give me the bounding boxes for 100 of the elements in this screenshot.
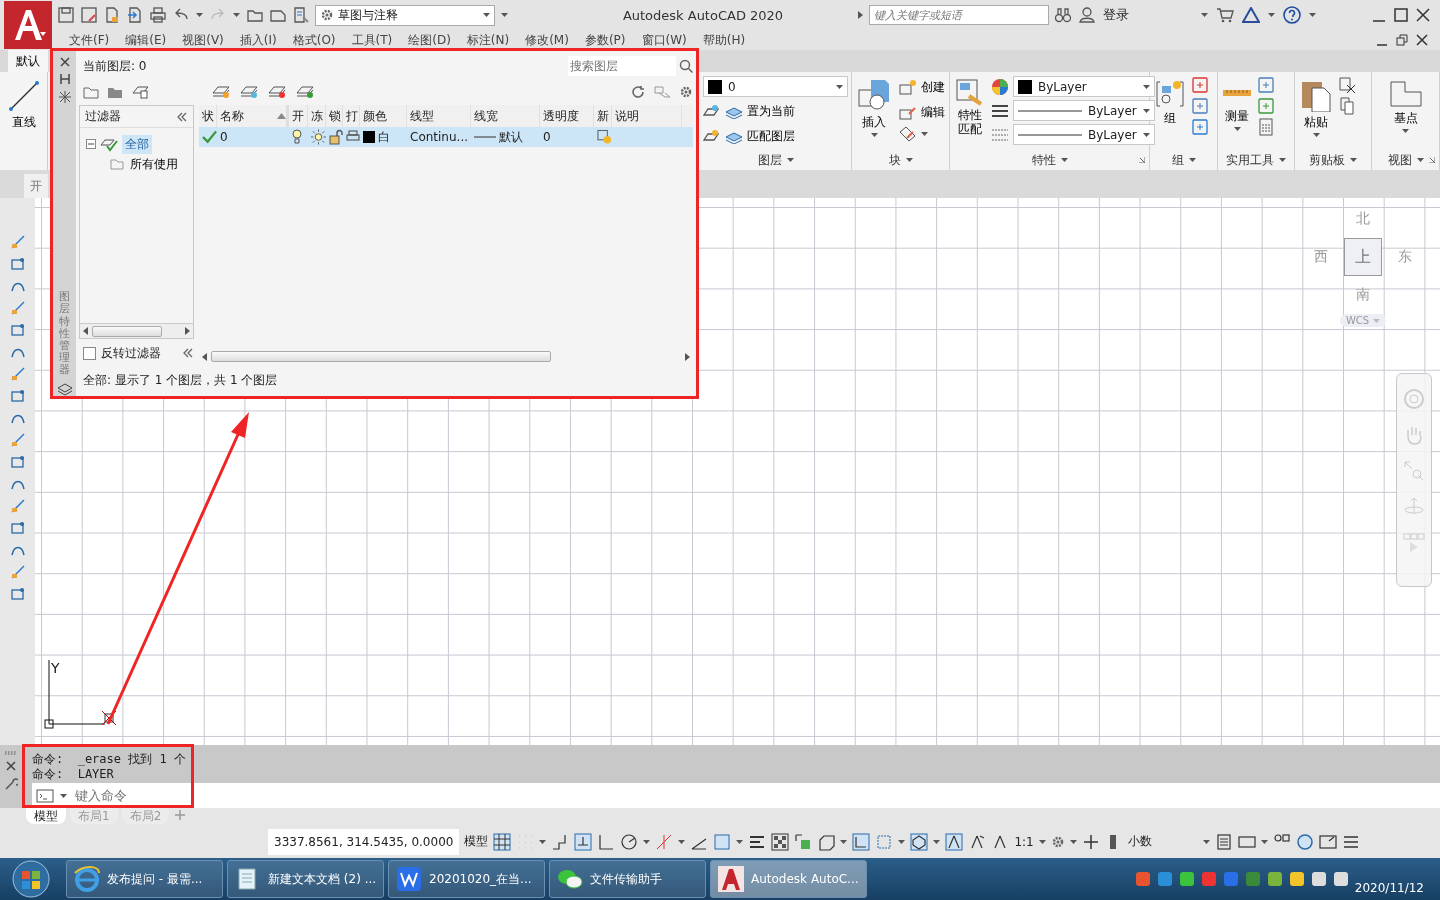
property-dropdown[interactable]: ByLayer (1013, 100, 1155, 121)
caret-icon[interactable] (501, 13, 508, 17)
collapse-icon[interactable] (182, 348, 194, 358)
filter-tree-item[interactable]: 全部 (122, 134, 152, 154)
menu-item[interactable]: 插入(I) (234, 31, 288, 49)
restore-icon[interactable] (1396, 34, 1408, 46)
expand-arrow-icon[interactable] (858, 11, 863, 19)
user-icon[interactable] (1079, 7, 1095, 23)
isodraft-icon[interactable] (655, 832, 674, 851)
taskbar-button[interactable]: 新建文本文档 (2) ... (227, 860, 384, 898)
3d-snap-icon[interactable] (817, 832, 836, 851)
column-header[interactable]: 冻 (311, 107, 323, 125)
caret-icon[interactable] (1233, 127, 1241, 131)
measure-button[interactable]: 测量 (1221, 76, 1253, 150)
caret-icon[interactable] (1201, 13, 1208, 17)
cut-icon[interactable] (1338, 76, 1356, 94)
menu-item[interactable]: 绘图(D) (403, 31, 462, 49)
binoculars-icon[interactable] (1055, 7, 1071, 23)
menu-item[interactable]: 工具(T) (346, 31, 404, 49)
caret-icon[interactable] (60, 793, 67, 798)
caret-icon[interactable] (539, 839, 547, 844)
caret-icon[interactable] (921, 132, 928, 136)
save-icon[interactable] (58, 7, 74, 23)
scroll-left-icon[interactable] (83, 327, 88, 335)
terminal-icon[interactable] (36, 788, 54, 803)
set-current-icon[interactable] (295, 85, 315, 99)
scrollbar-thumb[interactable] (92, 325, 162, 337)
base-point-button[interactable]: 基点 (1386, 76, 1425, 150)
panel-title[interactable]: 图层 (757, 151, 782, 169)
delete-layer-icon[interactable] (267, 85, 287, 99)
property-dropdown[interactable]: ByLayer (1013, 124, 1155, 145)
menu-item[interactable]: 格式(O) (287, 31, 347, 49)
group-edit-icon[interactable] (1191, 97, 1209, 115)
column-header[interactable]: 状 (202, 107, 214, 125)
sign-in-link[interactable]: 登录 (1103, 6, 1129, 24)
taskbar-button[interactable]: 文件传输助手 (549, 860, 706, 898)
caret-icon[interactable] (840, 839, 848, 844)
layer-search-field[interactable]: 搜索图层 (568, 56, 676, 76)
scroll-right-icon[interactable] (185, 327, 190, 335)
insert-button[interactable]: 插入 (855, 76, 893, 150)
transparency-icon[interactable] (771, 832, 790, 851)
command-input[interactable]: 键入命令 (73, 787, 1440, 804)
close-icon[interactable] (1416, 34, 1428, 46)
units-dropdown[interactable]: 小数 (1127, 833, 1198, 850)
dynamic-input-icon[interactable] (574, 832, 593, 851)
menu-item[interactable]: 标注(N) (461, 31, 521, 49)
group-filter-icon[interactable] (107, 85, 123, 99)
freeze-layer-icon[interactable] (239, 85, 259, 99)
lightbulb-on-icon[interactable] (292, 129, 302, 145)
new-filter-icon[interactable] (83, 85, 99, 99)
caret-icon[interactable] (836, 84, 843, 89)
print-icon[interactable] (150, 7, 166, 23)
folder-icon[interactable] (247, 7, 263, 23)
checkbox[interactable] (83, 346, 96, 360)
workspace-dropdown[interactable]: 草图与注释 (315, 4, 495, 26)
grip-icon[interactable] (5, 751, 17, 755)
caret-icon[interactable] (786, 158, 794, 162)
caret-icon[interactable] (643, 839, 651, 844)
column-header[interactable]: 线宽 (474, 107, 498, 125)
settings-icon[interactable] (679, 85, 693, 99)
panel-title[interactable]: 视图 (1387, 151, 1412, 169)
copy-icon[interactable] (1338, 97, 1356, 115)
attribute-tag-icon[interactable] (899, 126, 917, 142)
fullscreen-icon[interactable] (1318, 832, 1337, 851)
caret-icon[interactable] (1279, 158, 1286, 162)
maximize-icon[interactable] (1394, 8, 1408, 22)
scale-dropdown[interactable]: 1:1 (1014, 834, 1034, 849)
sheet-icon[interactable] (293, 7, 309, 23)
state-manager-icon[interactable] (131, 85, 149, 99)
hardware-icon[interactable] (1295, 832, 1314, 851)
layer-state-icon[interactable] (703, 103, 719, 119)
scroll-right-icon[interactable] (685, 352, 690, 361)
column-header[interactable]: 打 (346, 107, 358, 125)
panel-title[interactable]: 组 (1171, 151, 1184, 169)
lock-open-icon[interactable] (329, 129, 343, 145)
sort-arrow-icon[interactable] (277, 113, 286, 119)
application-menu-button[interactable] (4, 1, 52, 49)
panel-title[interactable]: 特性 (1031, 151, 1056, 169)
search-icon[interactable] (679, 59, 693, 73)
color-wheel-icon[interactable] (991, 77, 1009, 96)
caret-icon[interactable] (1309, 13, 1316, 17)
layer-action-button[interactable]: 置为当前 (723, 100, 797, 122)
caret-icon[interactable] (1060, 158, 1068, 162)
viewcube[interactable]: 北 西 上 东 南 WCS (1308, 210, 1418, 327)
document-icon[interactable] (104, 7, 120, 23)
close-icon[interactable] (1416, 8, 1430, 22)
dynamic-ucs-icon[interactable] (852, 832, 871, 851)
layer-dropdown[interactable]: 0 (703, 76, 848, 97)
file-tab[interactable]: 开 (24, 174, 48, 198)
caret-icon[interactable] (898, 839, 906, 844)
scrollbar-thumb[interactable] (211, 351, 551, 362)
layer-action-button[interactable]: 匹配图层 (723, 125, 797, 147)
gizmo-icon[interactable] (910, 832, 929, 851)
caret-icon[interactable] (1202, 839, 1210, 844)
layer-state-icon[interactable] (703, 128, 719, 144)
group-button[interactable]: 组 (1153, 76, 1187, 150)
dialog-launcher-icon[interactable] (1429, 157, 1435, 163)
import-icon[interactable] (127, 7, 143, 23)
collapse-icon[interactable] (176, 111, 188, 122)
menu-item[interactable]: 视图(V) (177, 31, 235, 49)
